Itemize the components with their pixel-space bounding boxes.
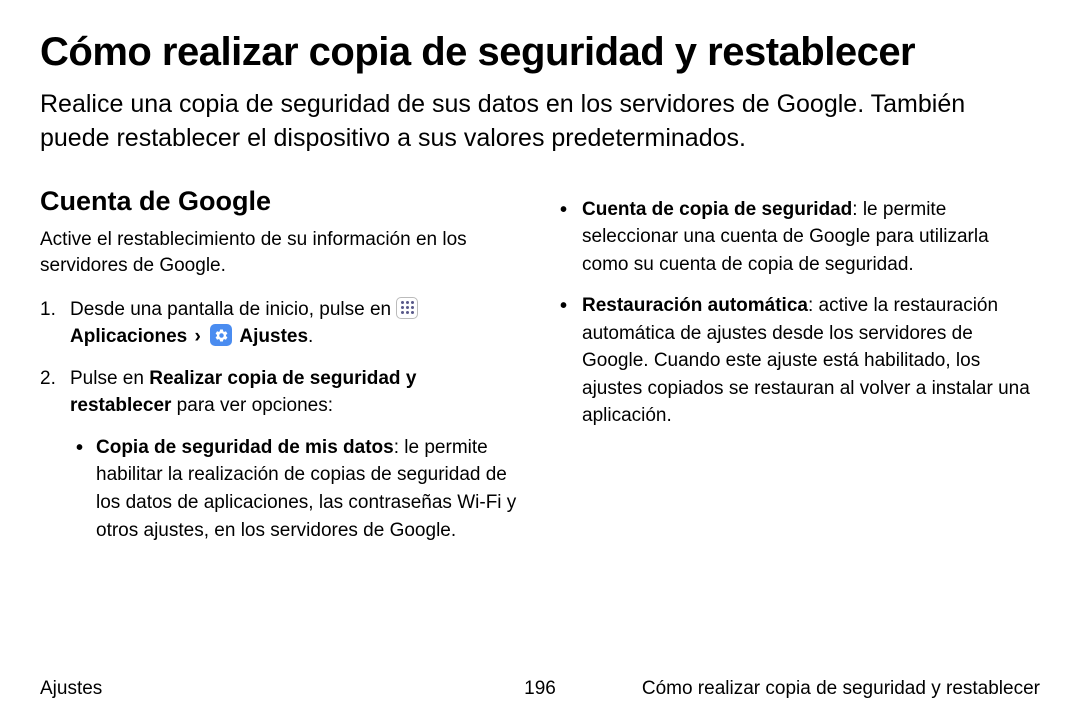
bullet-auto-restore-bold: Restauración automática xyxy=(582,295,808,316)
footer-left: Ajustes xyxy=(40,678,102,700)
apps-icon xyxy=(396,297,418,319)
step-1-apps-label: Aplicaciones xyxy=(70,326,187,347)
settings-icon xyxy=(210,324,232,346)
step-1-period: . xyxy=(308,326,313,347)
step-2: Pulse en Realizar copia de seguridad y r… xyxy=(40,365,520,544)
bullet-backup-data: Copia de seguridad de mis datos: le perm… xyxy=(70,434,520,544)
footer-page-number: 196 xyxy=(524,678,556,700)
steps-list: Desde una pantalla de inicio, pulse en A… xyxy=(40,296,520,544)
bullet-backup-data-bold: Copia de seguridad de mis datos xyxy=(96,437,394,458)
step-1-settings-label: Ajustes xyxy=(239,326,308,347)
bullet-backup-account-bold: Cuenta de copia de seguridad xyxy=(582,199,852,220)
footer-right: Cómo realizar copia de seguridad y resta… xyxy=(642,678,1040,700)
step-1: Desde una pantalla de inicio, pulse en A… xyxy=(40,296,520,351)
section-heading-google: Cuenta de Google xyxy=(40,186,520,217)
intro-text: Realice una copia de seguridad de sus da… xyxy=(40,88,1040,156)
section-intro: Active el restablecimiento de su informa… xyxy=(40,227,520,280)
page-title: Cómo realizar copia de seguridad y resta… xyxy=(40,30,1040,74)
page-footer: Ajustes 196 Cómo realizar copia de segur… xyxy=(40,678,1040,700)
step-2-prefix: Pulse en xyxy=(70,368,149,389)
content-columns: Cuenta de Google Active el restablecimie… xyxy=(40,186,1040,559)
chevron-icon: › xyxy=(195,326,201,347)
step-2-bullets: Copia de seguridad de mis datos: le perm… xyxy=(70,434,520,544)
right-bullets: Cuenta de copia de seguridad: le permite… xyxy=(560,196,1040,430)
step-1-prefix: Desde una pantalla de inicio, pulse en xyxy=(70,299,396,320)
column-left: Cuenta de Google Active el restablecimie… xyxy=(40,186,520,559)
column-right: Cuenta de copia de seguridad: le permite… xyxy=(560,186,1040,559)
bullet-backup-account: Cuenta de copia de seguridad: le permite… xyxy=(560,196,1040,279)
step-2-suffix: para ver opciones: xyxy=(171,395,333,416)
bullet-auto-restore: Restauración automática: active la resta… xyxy=(560,292,1040,430)
